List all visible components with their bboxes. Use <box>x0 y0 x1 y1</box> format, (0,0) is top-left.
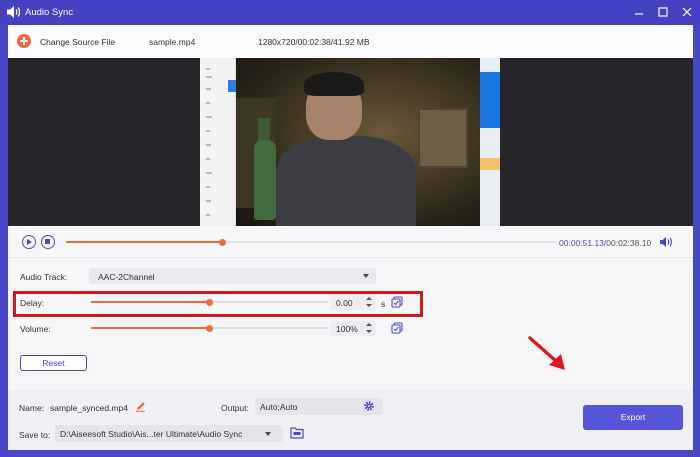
delay-stepper[interactable] <box>365 295 373 310</box>
playback-progress-slider[interactable] <box>66 238 556 246</box>
apply-to-all-icon[interactable] <box>391 296 403 308</box>
volume-icon[interactable] <box>659 236 673 248</box>
playback-bar: 00:00:51.13/00:02:38.10 <box>8 226 693 258</box>
name-label: Name: <box>19 403 45 413</box>
file-bar: Change Source File sample.mp4 1280x720/0… <box>8 25 693 58</box>
delay-unit: s <box>381 299 386 309</box>
delay-slider-fill <box>91 301 210 303</box>
audio-track-value: AAC-2Channel <box>98 272 155 282</box>
change-source-button[interactable]: Change Source File <box>40 37 115 47</box>
video-frame-left-panel <box>200 58 238 226</box>
apply-to-all-icon[interactable] <box>391 322 403 334</box>
stop-icon[interactable] <box>41 235 55 249</box>
add-file-icon[interactable] <box>17 34 31 48</box>
volume-slider-fill <box>91 327 210 329</box>
export-button[interactable]: Export <box>583 405 683 430</box>
reset-button[interactable]: Reset <box>20 355 87 371</box>
maximize-icon[interactable] <box>655 4 671 20</box>
close-icon[interactable] <box>679 4 695 20</box>
delay-value: 0.00 <box>336 298 353 308</box>
video-preview <box>8 58 693 226</box>
playback-progress-fill <box>66 241 223 243</box>
total-time: /00:02:38.10 <box>603 238 652 248</box>
chevron-down-icon[interactable] <box>265 432 271 436</box>
delay-slider-knob[interactable] <box>206 298 213 306</box>
folder-icon[interactable] <box>290 426 304 439</box>
output-format-value: Auto;Auto <box>260 402 298 412</box>
video-frame <box>200 58 500 226</box>
save-path-select[interactable]: D:\Aiseesoft Studio\Ais...ter Ultimate\A… <box>55 425 283 442</box>
output-name-value: sample_synced.mp4 <box>50 403 128 413</box>
chevron-down-icon <box>363 274 369 278</box>
volume-slider[interactable] <box>91 324 328 332</box>
audio-track-select[interactable]: AAC-2Channel <box>89 268 376 284</box>
audio-track-label: Audio Track: <box>20 272 68 282</box>
volume-slider-knob[interactable] <box>206 324 213 332</box>
video-frame-right-panel <box>480 58 500 226</box>
volume-value: 100% <box>336 324 358 334</box>
annotation-arrow <box>528 336 565 370</box>
minimize-icon[interactable] <box>631 4 647 20</box>
window-title: Audio Sync <box>25 7 74 18</box>
delay-label: Delay: <box>20 298 45 308</box>
current-time: 00:00:51.13 <box>559 238 604 248</box>
audio-sync-window: Audio Sync Change Source File sample.mp4… <box>0 0 700 457</box>
volume-stepper[interactable] <box>365 321 373 336</box>
save-path-value: D:\Aiseesoft Studio\Ais...ter Ultimate\A… <box>60 429 243 439</box>
playback-progress-knob[interactable] <box>219 238 227 246</box>
delay-slider[interactable] <box>91 298 328 306</box>
play-icon[interactable] <box>22 235 36 249</box>
edit-pencil-icon[interactable] <box>135 401 146 412</box>
title-bar: Audio Sync <box>0 0 700 25</box>
time-display: 00:00:51.13/00:02:38.10 <box>559 238 651 248</box>
volume-label: Volume: <box>20 324 51 334</box>
file-info: 1280x720/00:02:38/41.92 MB <box>258 37 370 47</box>
save-to-label: Save to: <box>19 430 51 440</box>
main-panel: Change Source File sample.mp4 1280x720/0… <box>8 25 693 450</box>
output-format-label: Output: <box>221 403 249 413</box>
file-name: sample.mp4 <box>149 37 196 47</box>
gear-icon[interactable] <box>363 400 375 412</box>
speaker-icon <box>7 6 21 18</box>
video-scene <box>236 58 480 226</box>
